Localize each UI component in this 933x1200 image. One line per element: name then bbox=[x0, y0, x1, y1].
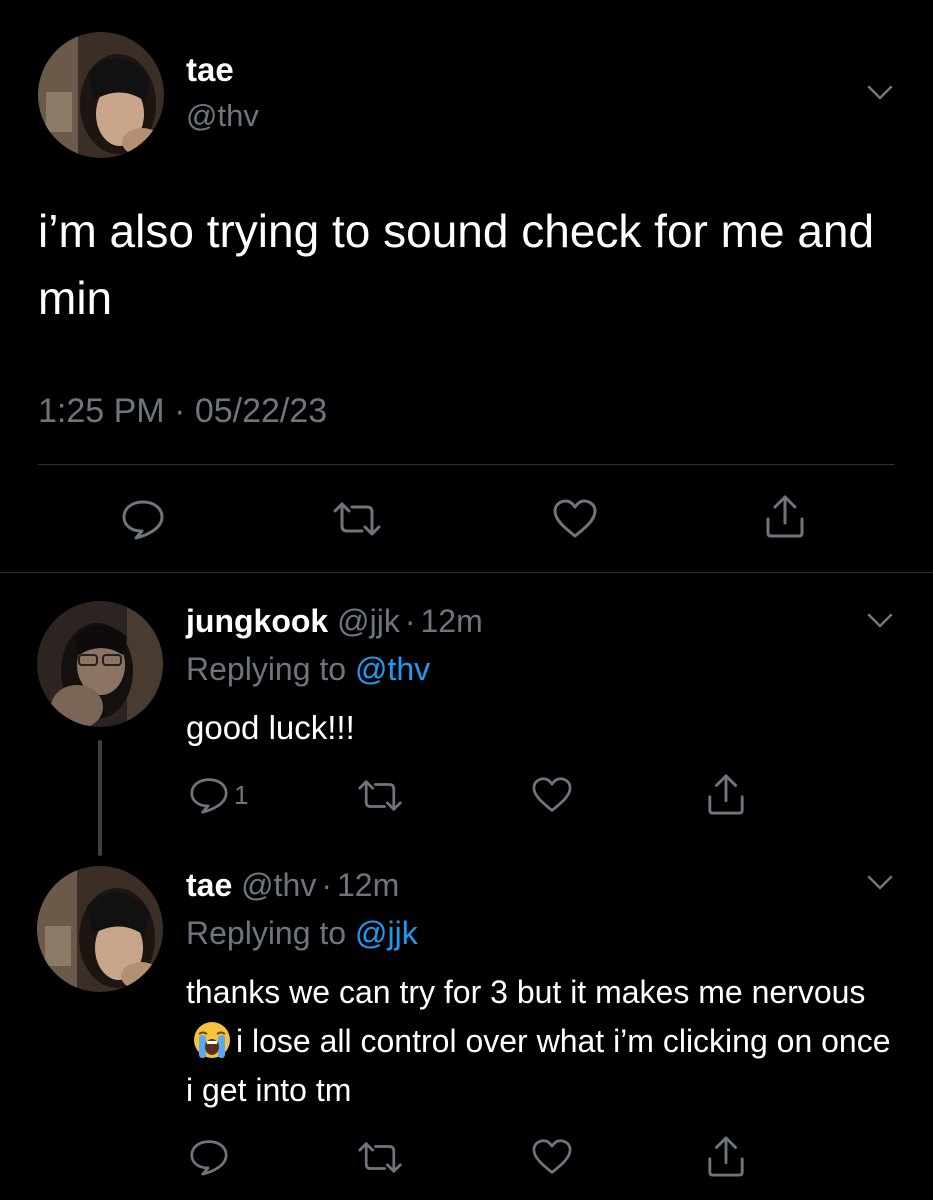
share-icon bbox=[708, 774, 744, 815]
reply-handle[interactable]: @jjk bbox=[337, 603, 400, 639]
reply-icon bbox=[190, 1140, 228, 1176]
retweet-icon bbox=[358, 780, 402, 811]
main-tweet-timestamp[interactable]: 1:25 PM · 05/22/23 bbox=[38, 388, 327, 434]
like-button[interactable] bbox=[551, 498, 599, 540]
chevron-down-icon bbox=[867, 613, 893, 628]
like-button[interactable] bbox=[530, 1138, 574, 1176]
reply-button[interactable]: 1 bbox=[188, 776, 248, 814]
reply-more-button[interactable] bbox=[860, 868, 900, 898]
share-button[interactable] bbox=[706, 1134, 746, 1178]
reply-icon bbox=[122, 500, 164, 540]
section-divider bbox=[0, 572, 933, 573]
share-button[interactable] bbox=[706, 772, 746, 816]
reply-count: 1 bbox=[234, 779, 249, 810]
reply-text: good luck!!! bbox=[186, 709, 355, 746]
replying-to-line: Replying to @thv bbox=[186, 648, 430, 690]
main-tweet-handle[interactable]: @thv bbox=[186, 96, 259, 136]
reply-display-name[interactable]: jungkook bbox=[186, 603, 328, 639]
retweet-button[interactable] bbox=[357, 778, 403, 813]
avatar-photo-icon bbox=[38, 32, 164, 158]
loudly-crying-face-emoji-icon bbox=[194, 1022, 230, 1058]
like-button[interactable] bbox=[530, 776, 574, 814]
replying-to-handle[interactable]: @thv bbox=[355, 651, 430, 687]
heart-icon bbox=[532, 777, 572, 812]
replying-to-label: Replying to bbox=[186, 915, 347, 951]
main-tweet-display-name[interactable]: tae bbox=[186, 50, 234, 90]
reply-text: thanks we can try for 3 but it makes me … bbox=[186, 968, 906, 1115]
share-button[interactable] bbox=[764, 493, 806, 539]
replying-to-label: Replying to bbox=[186, 651, 347, 687]
reply-button[interactable] bbox=[120, 498, 166, 540]
avatar-photo-icon bbox=[37, 866, 163, 992]
replying-to-line: Replying to @jjk bbox=[186, 912, 418, 954]
share-icon bbox=[766, 495, 804, 538]
avatar-photo-icon bbox=[37, 601, 163, 727]
retweet-icon bbox=[358, 1142, 402, 1173]
share-icon bbox=[708, 1136, 744, 1177]
reply-time[interactable]: 12m bbox=[420, 603, 482, 639]
retweet-button[interactable] bbox=[332, 500, 382, 538]
reply-display-name[interactable]: tae bbox=[186, 867, 232, 903]
reply-handle[interactable]: @thv bbox=[241, 867, 316, 903]
reply-more-button[interactable] bbox=[860, 606, 900, 636]
retweet-button[interactable] bbox=[357, 1140, 403, 1175]
retweet-icon bbox=[333, 502, 381, 536]
reply-header: jungkook @jjk · 12m bbox=[186, 600, 483, 642]
separator-dot: · bbox=[321, 867, 332, 903]
thread-connector-line bbox=[98, 740, 102, 856]
reply-text-part: i lose all control over what i’m clickin… bbox=[186, 1023, 891, 1108]
chevron-down-icon bbox=[867, 85, 893, 100]
reply-time[interactable]: 12m bbox=[337, 867, 399, 903]
reply-header: tae @thv · 12m bbox=[186, 864, 399, 906]
main-tweet-divider bbox=[38, 464, 895, 465]
reply-avatar-jungkook[interactable] bbox=[37, 601, 163, 727]
reply-button[interactable] bbox=[188, 1138, 230, 1176]
main-tweet-text: i’m also trying to sound check for me an… bbox=[38, 205, 875, 324]
separator-dot: · bbox=[404, 603, 416, 639]
chevron-down-icon bbox=[867, 875, 893, 890]
main-tweet-more-button[interactable] bbox=[860, 78, 900, 108]
reply-avatar-tae[interactable] bbox=[37, 866, 163, 992]
replying-to-handle[interactable]: @jjk bbox=[355, 915, 418, 951]
main-tweet-avatar[interactable] bbox=[38, 32, 164, 158]
heart-icon bbox=[532, 1139, 572, 1174]
heart-icon bbox=[553, 499, 597, 538]
reply-icon bbox=[190, 778, 228, 814]
reply-text-part: thanks we can try for 3 but it makes me … bbox=[186, 974, 866, 1010]
